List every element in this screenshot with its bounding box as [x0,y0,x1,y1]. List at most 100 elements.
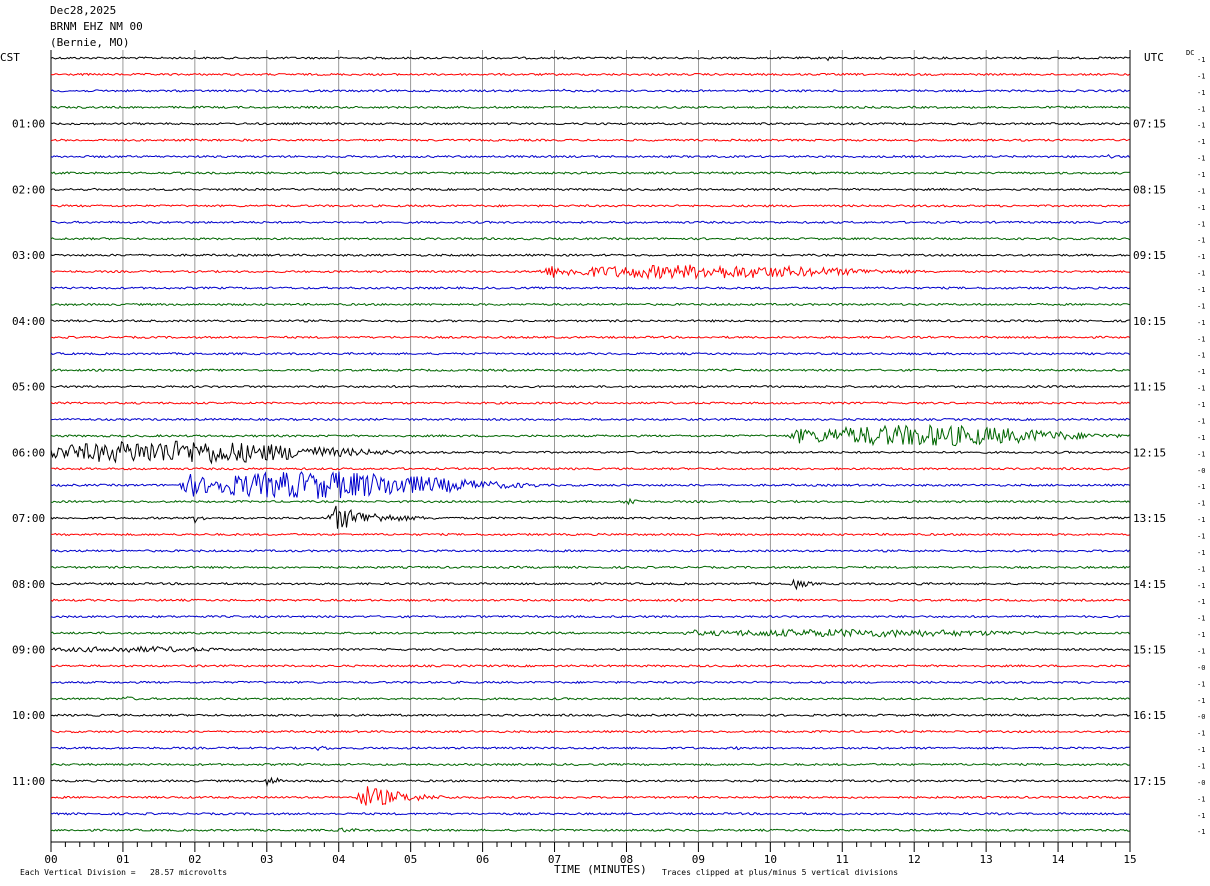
dc-offset-label: -1 [1197,795,1205,803]
clip-note: Traces clipped at plus/minus 5 vertical … [662,868,899,877]
right-hour-label: 12:15 [1133,446,1166,459]
left-hour-label: 11:00 [12,775,45,788]
dc-offset-label: -1 [1197,105,1205,113]
seismic-trace [50,786,1130,806]
seismic-trace [50,153,1130,159]
seismic-trace [50,352,1130,356]
seismic-trace [50,776,1130,788]
helicorder-plot: 00 01 02 03 04 05 06 07 08 09 10 11 12 13 14 15-1-1-1-1… [12,50,1205,866]
right-hour-label: 09:15 [1133,249,1166,262]
right-timezone-label: UTC [1144,51,1164,64]
seismic-trace [50,253,1130,257]
dc-offset-label: -1 [1197,171,1205,179]
seismic-trace [50,105,1130,110]
seismic-trace [50,72,1130,77]
left-hour-label: 09:00 [12,643,45,656]
dc-offset-label: -1 [1197,746,1205,754]
dc-offset-label: -1 [1197,500,1205,508]
dc-offset-label: -1 [1197,697,1205,705]
x-tick-label: 05 [404,853,417,866]
seismic-trace [50,138,1130,142]
seismic-trace [50,565,1130,570]
dc-offset-label: -1 [1197,401,1205,409]
left-hour-label: 03:00 [12,249,45,262]
right-hour-label: 07:15 [1133,118,1166,131]
seismic-trace [50,729,1130,734]
dc-offset-label: -1 [1197,122,1205,130]
dc-offset-label: -1 [1197,352,1205,360]
seismic-trace [50,171,1130,175]
left-hour-label: 05:00 [12,381,45,394]
seismic-trace [50,121,1130,126]
seismic-trace [50,401,1130,405]
dc-label: DC [1186,49,1195,57]
x-axis-label: TIME (MINUTES) [554,863,647,876]
seismic-trace [50,384,1130,389]
dc-offset-label: -1 [1197,730,1205,738]
right-hour-label: 17:15 [1133,775,1166,788]
seismic-trace [50,368,1130,372]
dc-offset-label: -1 [1197,434,1205,442]
dc-offset-label: -1 [1197,417,1205,425]
dc-offset-label: -1 [1197,647,1205,655]
seismic-trace [50,812,1130,816]
dc-offset-label: -1 [1197,582,1205,590]
dc-offset-label: -1 [1197,483,1205,491]
scale-note: Each Vertical Division = 28.57 microvolt… [20,868,228,877]
dc-offset-label: -1 [1197,253,1205,261]
seismic-trace [50,220,1130,224]
x-tick-label: 04 [332,853,346,866]
x-tick-label: 06 [476,853,489,866]
dc-offset-label: -1 [1197,270,1205,278]
seismic-trace [51,680,1130,685]
dc-offset-label: -0 [1197,713,1205,721]
dc-offset-label: -1 [1197,286,1205,294]
x-tick-label: 02 [188,853,201,866]
seismic-trace [50,696,1130,701]
seismic-trace [50,264,1130,280]
seismic-trace [50,628,1130,639]
dc-offset-label: -1 [1197,549,1205,557]
dc-offset-label: -1 [1197,516,1205,524]
dc-offset-label: -1 [1197,631,1205,639]
dc-offset-label: -1 [1197,565,1205,573]
seismic-trace [50,88,1130,93]
dc-offset-label: -1 [1197,302,1205,310]
seismic-trace [50,236,1130,241]
seismic-trace [50,302,1130,307]
dc-offset-label: -0 [1197,779,1205,787]
seismic-trace [50,497,1130,506]
dc-offset-label: -1 [1197,220,1205,228]
seismic-trace [50,664,1130,668]
right-hour-label: 11:15 [1133,381,1166,394]
left-hour-label: 01:00 [12,118,45,131]
dc-offset-label: -1 [1197,450,1205,458]
left-hour-label: 10:00 [12,709,45,722]
left-hour-label: 06:00 [12,446,45,459]
x-tick-label: 10 [764,853,777,866]
dc-offset-label: -1 [1197,598,1205,606]
seismic-trace [50,505,1130,529]
seismic-trace [50,423,1130,447]
dc-offset-label: -1 [1197,155,1205,163]
right-hour-label: 15:15 [1133,643,1166,656]
seismic-trace [50,598,1130,603]
left-hour-label: 02:00 [12,183,45,196]
right-hour-label: 16:15 [1133,709,1166,722]
seismic-trace [51,335,1130,340]
seismic-trace [50,471,1130,499]
x-tick-label: 00 [44,853,57,866]
seismic-trace [50,827,1130,833]
dc-offset-label: -1 [1197,56,1205,64]
x-tick-label: 03 [260,853,273,866]
x-tick-label: 01 [116,853,129,866]
dc-offset-label: -1 [1197,828,1205,836]
dc-offset-label: -1 [1197,319,1205,327]
dc-offset-label: -1 [1197,187,1205,195]
seismic-trace [50,319,1130,323]
seismic-trace [50,614,1130,619]
dc-offset-label: -1 [1197,72,1205,80]
dc-offset-label: -1 [1197,237,1205,245]
left-hour-label: 08:00 [12,578,45,591]
seismic-trace [50,645,1130,654]
